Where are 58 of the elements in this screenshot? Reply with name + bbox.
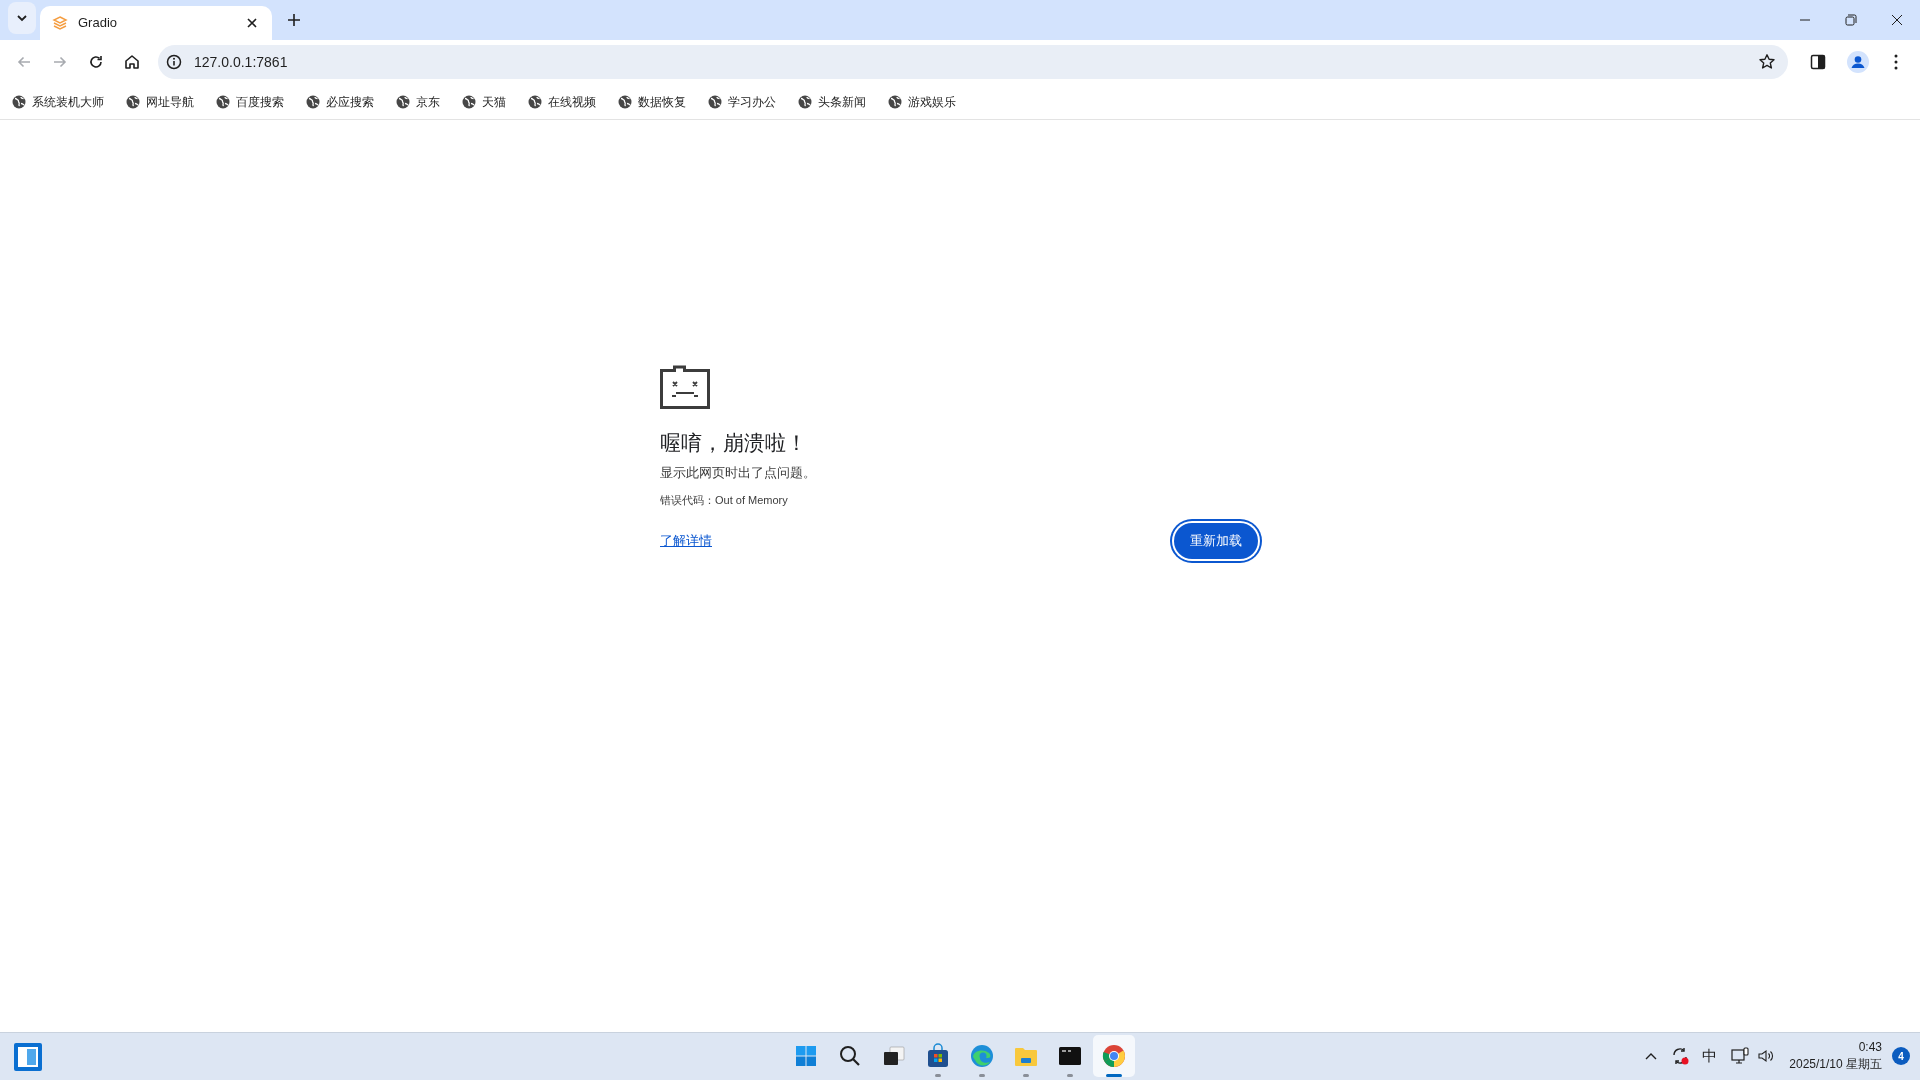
layers-logo-icon (52, 15, 68, 31)
bookmark-item[interactable]: 头条新闻 (798, 92, 866, 111)
bookmark-item[interactable]: 百度搜索 (216, 92, 284, 111)
globe-icon (798, 94, 812, 109)
close-icon (247, 18, 257, 28)
globe-icon (618, 94, 632, 109)
chevron-down-icon (16, 12, 28, 24)
clock-date[interactable]: 2025/1/10 星期五 (1789, 1056, 1882, 1073)
home-icon (123, 53, 141, 71)
globe-icon (306, 94, 320, 109)
globe-icon (888, 94, 902, 109)
bookmark-item[interactable]: 数据恢复 (618, 92, 686, 111)
globe-icon (12, 94, 26, 109)
globe-icon (708, 94, 722, 109)
globe-icon (528, 94, 542, 109)
bookmark-item[interactable]: 京东 (396, 92, 440, 111)
more-vertical-icon (1894, 54, 1898, 70)
globe-icon (396, 94, 410, 109)
bookmark-item[interactable]: 系统装机大师 (12, 92, 104, 111)
url-text: 127.0.0.1:7861 (194, 52, 289, 72)
error-code: 错误代码：Out of Memory (660, 493, 789, 508)
clock-time[interactable]: 0:43 (1858, 1039, 1882, 1056)
windows-logo-icon (793, 1043, 819, 1069)
browser-tab[interactable]: Gradio (40, 6, 272, 40)
bookmark-item[interactable]: 在线视频 (528, 92, 596, 111)
profile-avatar-icon (1847, 51, 1869, 73)
sync-icon[interactable] (1670, 1046, 1691, 1066)
bookmark-item[interactable]: 天猫 (462, 92, 506, 111)
star-icon[interactable] (1758, 53, 1776, 71)
globe-icon (216, 94, 230, 109)
chrome-browser-icon (1101, 1043, 1127, 1069)
reload-icon (87, 53, 105, 71)
sad-folder-icon (660, 365, 710, 409)
learn-more-link[interactable]: 了解详情 (660, 530, 712, 551)
bookmark-item[interactable]: 游戏娱乐 (888, 92, 956, 111)
globe-icon (462, 94, 476, 109)
bookmark-item[interactable]: 网址导航 (126, 92, 194, 111)
notification-badge[interactable]: 4 (1892, 1047, 1910, 1065)
input-method-indicator[interactable]: 中 (1702, 1044, 1718, 1068)
tab-title: Gradio (78, 14, 119, 33)
restore-icon (1845, 14, 1857, 26)
error-message: 显示此网页时出了点问题。 (660, 463, 817, 482)
plus-icon (287, 13, 301, 27)
bookmark-item[interactable]: 必应搜索 (306, 92, 374, 111)
info-icon (166, 54, 182, 70)
volume-icon[interactable] (1757, 1047, 1776, 1065)
widgets-icon[interactable] (14, 1043, 42, 1071)
network-icon[interactable] (1731, 1047, 1750, 1065)
edge-browser-icon (969, 1043, 995, 1069)
address-bar[interactable]: 127.0.0.1:7861 (158, 45, 1788, 79)
chevron-up-icon[interactable] (1644, 1051, 1659, 1061)
error-title: 喔唷，崩溃啦！ (660, 430, 808, 456)
globe-icon (126, 94, 140, 109)
side-panel-icon (1810, 54, 1826, 70)
close-icon (1891, 14, 1903, 26)
shopping-bag-icon (925, 1043, 951, 1069)
tab-search-button[interactable] (8, 2, 36, 34)
bookmark-item[interactable]: 学习办公 (708, 92, 776, 111)
